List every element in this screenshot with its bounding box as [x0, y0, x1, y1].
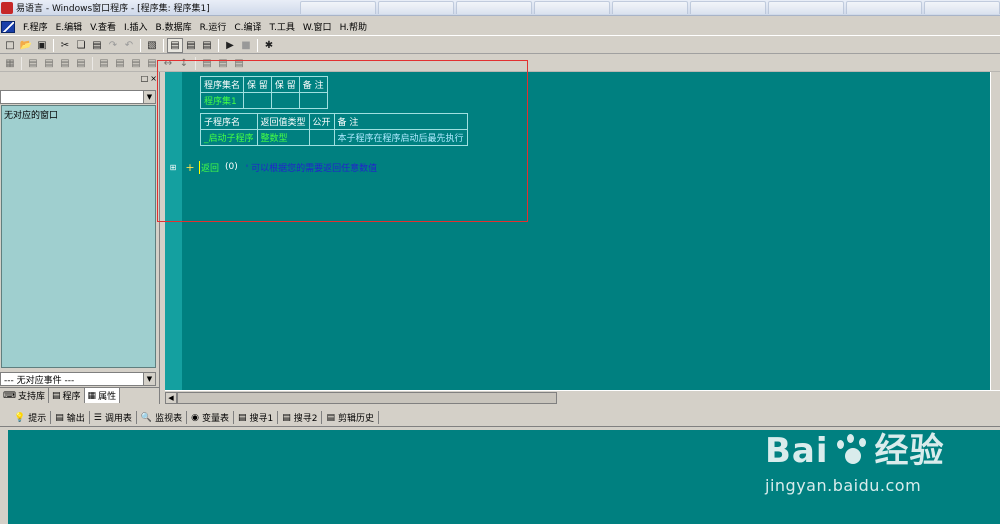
align-bottom-icon[interactable]: ▤ — [112, 56, 128, 71]
window-tree[interactable]: 无对应的窗口 — [1, 105, 156, 368]
chevron-down-icon[interactable]: ▼ — [143, 373, 155, 385]
title-bar: 易语言 - Windows窗口程序 - [程序集: 程序集1] — [0, 0, 1000, 16]
menu-tools[interactable]: T.工具 — [266, 20, 299, 33]
tree-empty-text: 无对应的窗口 — [4, 111, 59, 121]
save-icon[interactable]: ▣ — [34, 38, 50, 53]
app-icon — [1, 1, 13, 14]
align-center-icon[interactable]: ▤ — [41, 56, 57, 71]
restore-icon[interactable]: □ — [141, 74, 149, 83]
tab-hint[interactable]: 💡 提示 — [10, 411, 52, 424]
menu-edit[interactable]: E.编辑 — [52, 20, 87, 33]
tab-search1[interactable]: ▤ 搜寻1 — [234, 411, 279, 424]
tab-support-library[interactable]: ⌨ 支持库 — [0, 388, 50, 403]
vertical-scrollbar[interactable] — [990, 72, 1000, 390]
menu-bar: F.程序 E.编辑 V.查看 I.插入 B.数据库 R.运行 C.编译 T.工具… — [0, 18, 1000, 36]
program-icon: ▤ — [52, 390, 61, 401]
redo-icon[interactable]: ↷ — [105, 38, 121, 53]
align-right-icon[interactable]: ▤ — [57, 56, 73, 71]
cut-icon[interactable]: ✂ — [57, 38, 73, 53]
layout3-icon[interactable]: ▤ — [199, 38, 215, 53]
panel-header: □ × — [0, 72, 159, 84]
menu-database[interactable]: B.数据库 — [152, 20, 196, 33]
align-grid-icon[interactable]: ▦ — [2, 56, 18, 71]
monitor-icon: 🔍 — [140, 412, 153, 423]
main-toolbar: □ 📂 ▣ ✂ ❏ ▤ ↷ ↶ ▧ ▤ ▤ ▤ ▶ ■ ✱ — [0, 37, 1000, 54]
layout2-icon[interactable]: ▤ — [183, 38, 199, 53]
paste-icon[interactable]: ▤ — [89, 38, 105, 53]
horizontal-scrollbar[interactable]: ◀ — [165, 390, 1000, 404]
menu-compile[interactable]: C.编译 — [230, 20, 265, 33]
layout1-icon[interactable]: ▤ — [167, 37, 183, 53]
library-icon: ⌨ — [3, 390, 16, 401]
close-icon[interactable]: × — [150, 74, 157, 83]
window-title: 易语言 - Windows窗口程序 - [程序集: 程序集1] — [16, 4, 210, 14]
properties-icon: ▦ — [87, 390, 97, 401]
align-middle-icon[interactable]: ▤ — [96, 56, 112, 71]
align-left-icon[interactable]: ▤ — [25, 56, 41, 71]
menu-view[interactable]: V.查看 — [86, 20, 120, 33]
tab-clip-history[interactable]: ▤ 剪辑历史 — [322, 411, 379, 424]
menu-insert[interactable]: I.插入 — [120, 20, 152, 33]
variable-icon: ◉ — [191, 412, 199, 423]
tab-call-table[interactable]: ☰ 调用表 — [90, 411, 137, 424]
menu-help[interactable]: H.帮助 — [336, 20, 371, 33]
tab-search2[interactable]: ▤ 搜寻2 — [278, 411, 323, 424]
run-icon[interactable]: ▶ — [222, 38, 238, 53]
output-icon: ▤ — [55, 412, 64, 423]
menu-run[interactable]: R.运行 — [196, 20, 231, 33]
scroll-thumb[interactable] — [177, 391, 557, 404]
tab-program[interactable]: ▤ 程序 — [49, 388, 85, 403]
calltable-icon: ☰ — [93, 412, 102, 423]
copy-icon[interactable]: ❏ — [73, 38, 89, 53]
output-tabs: 💡 提示 ▤ 输出 ☰ 调用表 🔍 监视表 ◉ 变量表 ▤ 搜寻1 ▤ 搜寻2 ▤ 剪辑历史 — [0, 409, 1000, 427]
workspace-panel: □ × ▼ 无对应的窗口 --- 无对应事件 --- ▼ ⌨ 支持库 ▤ 程序 ▦ 属… — [0, 72, 160, 404]
tab-properties[interactable]: ▦ 属性 — [84, 388, 121, 403]
menu-program[interactable]: F.程序 — [19, 20, 52, 33]
new-icon[interactable]: □ — [2, 38, 18, 53]
panel-tabs: ⌨ 支持库 ▤ 程序 ▦ 属性 — [0, 387, 160, 403]
paw-icon — [833, 434, 871, 468]
taskbar-tabs — [300, 1, 1000, 14]
undo-icon[interactable]: ↶ — [121, 38, 137, 53]
baidu-watermark: Bai 经验 jingyan.baidu.com — [765, 431, 945, 495]
clipboard-icon: ▤ — [326, 412, 335, 423]
hint-icon: 💡 — [14, 412, 26, 423]
menu-window[interactable]: W.窗口 — [299, 20, 336, 33]
event-combo[interactable]: --- 无对应事件 --- ▼ — [0, 372, 156, 386]
same-width-icon[interactable]: ▤ — [128, 56, 144, 71]
search-icon: ▤ — [237, 412, 247, 423]
tab-output[interactable]: ▤ 输出 — [51, 411, 90, 424]
mdi-logo-icon[interactable] — [1, 20, 15, 33]
tab-variable-table[interactable]: ◉ 变量表 — [187, 411, 234, 424]
align-top-icon[interactable]: ▤ — [73, 56, 89, 71]
scroll-left-icon[interactable]: ◀ — [165, 391, 177, 404]
search-icon: ▤ — [282, 412, 291, 423]
chevron-down-icon[interactable]: ▼ — [143, 91, 155, 103]
window-combo[interactable]: ▼ — [0, 90, 156, 104]
highlight-box — [157, 60, 528, 222]
stop-icon[interactable]: ■ — [238, 38, 254, 53]
find-icon[interactable]: ▧ — [144, 38, 160, 53]
debug-icon[interactable]: ✱ — [261, 38, 277, 53]
open-icon[interactable]: 📂 — [18, 38, 34, 53]
tab-watch-table[interactable]: 🔍 监视表 — [137, 411, 188, 424]
